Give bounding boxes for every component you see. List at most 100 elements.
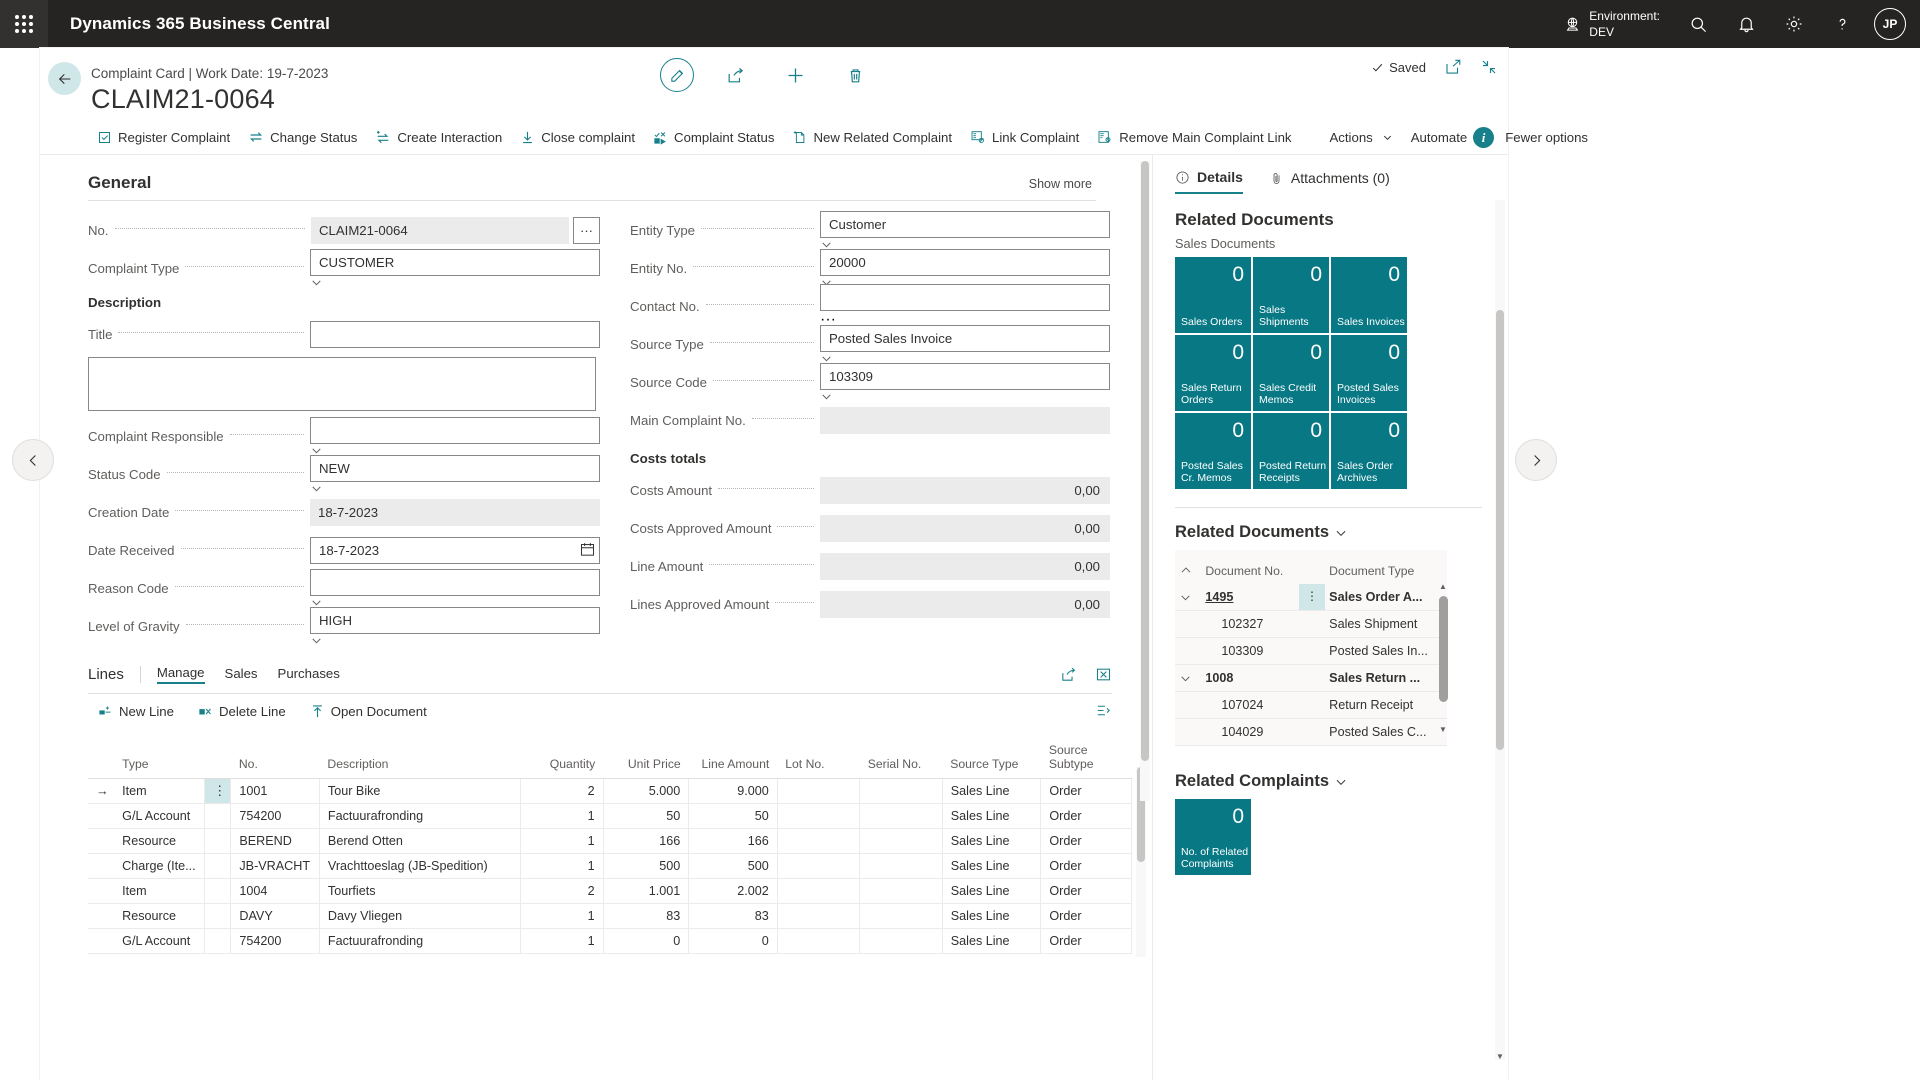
tile-posted-return-receipts[interactable]: 0 Posted Return Receipts [1253, 413, 1329, 489]
date-received-field[interactable]: 18-7-2023 [310, 537, 600, 564]
scrollbar-thumb[interactable] [1439, 596, 1448, 702]
ribbon-complaint-status[interactable]: Complaint Status [644, 126, 783, 149]
new-plus-icon[interactable] [776, 56, 814, 94]
col-quantity[interactable]: Quantity [520, 737, 604, 779]
lines-tab-sales[interactable]: Sales [225, 666, 258, 683]
cell-lot-no[interactable] [777, 903, 861, 929]
cell-type[interactable]: Item [114, 878, 206, 904]
col-source-subtype[interactable]: Source Subtype [1040, 737, 1132, 779]
row-menu-icon[interactable] [204, 853, 232, 879]
contact-no-field[interactable] [820, 284, 1110, 311]
cell-source-subtype[interactable]: Order [1040, 803, 1132, 829]
cell-source-subtype[interactable]: Order [1040, 828, 1132, 854]
table-row[interactable]: G/L Account 754200 Factuurafronding 1 50 50 Sa… [88, 803, 1132, 829]
source-code-field[interactable]: 103309 [820, 362, 1110, 390]
search-icon[interactable] [1674, 0, 1722, 48]
table-row[interactable]: Item 1004 Tourfiets 2 1.001 2.002 Sales Line Or… [88, 878, 1132, 904]
show-more-link[interactable]: Show more [1029, 177, 1092, 191]
rd-table-scrollbar[interactable]: ▲ ▼ [1438, 582, 1449, 734]
user-avatar[interactable]: JP [1874, 8, 1906, 40]
row-menu-icon[interactable] [1298, 610, 1326, 638]
row-menu-icon[interactable] [1298, 637, 1326, 665]
cell-line-amount[interactable]: 50 [688, 803, 778, 829]
list-item[interactable]: 102327 Sales Shipment [1175, 610, 1447, 638]
cell-quantity[interactable]: 1 [520, 928, 604, 954]
reason-code-field[interactable] [310, 568, 600, 596]
table-row[interactable]: Resource DAVY Davy Vliegen 1 83 83 Sales Line O… [88, 903, 1132, 929]
app-launcher-waffle-icon[interactable] [0, 0, 48, 48]
cell-source-type[interactable]: Sales Line [942, 778, 1042, 804]
cell-type[interactable]: G/L Account [114, 803, 206, 829]
list-item[interactable]: 1495 ⋮ Sales Order A... [1175, 584, 1447, 611]
cell-quantity[interactable]: 1 [520, 828, 604, 854]
cell-no[interactable]: 754200 [230, 928, 320, 954]
cell-description[interactable]: Davy Vliegen [319, 903, 522, 929]
col-collapse-all[interactable] [1175, 550, 1201, 584]
complaint-responsible-field[interactable] [310, 416, 600, 444]
expand-rows-icon[interactable] [1095, 702, 1112, 719]
tile-sales-invoices[interactable]: 0 Sales Invoices [1331, 257, 1407, 333]
tab-attachments[interactable]: Attachments (0) [1269, 170, 1390, 193]
cell-lot-no[interactable] [777, 828, 861, 854]
level-of-gravity-field[interactable]: HIGH [310, 606, 600, 634]
chevron-up-icon[interactable] [1179, 564, 1197, 578]
cell-description[interactable]: Tourfiets [319, 878, 522, 904]
tile-sales-return-orders[interactable]: 0 Sales Return Orders [1175, 335, 1251, 411]
scroll-up-arrow-icon[interactable]: ▲ [1439, 582, 1447, 591]
chevron-down-icon[interactable] [1334, 526, 1348, 540]
chevron-down-icon[interactable] [310, 276, 600, 289]
cell-unit-price[interactable]: 500 [603, 853, 690, 879]
cell-line-amount[interactable]: 9.000 [688, 778, 778, 804]
cell-source-subtype[interactable]: Order [1040, 878, 1132, 904]
table-row[interactable]: G/L Account 754200 Factuurafronding 1 0 0 Sale… [88, 928, 1132, 954]
cell-unit-price[interactable]: 5.000 [603, 778, 690, 804]
cell-description[interactable]: Factuurafronding [319, 928, 522, 954]
cell-line-amount[interactable]: 166 [688, 828, 778, 854]
scroll-down-arrow-icon[interactable]: ▼ [1496, 1052, 1504, 1061]
col-serial-no[interactable]: Serial No. [859, 737, 943, 779]
cell-lot-no[interactable] [777, 803, 861, 829]
cell-type[interactable]: Resource [114, 828, 206, 854]
cell-source-type[interactable]: Sales Line [942, 903, 1042, 929]
cell-no[interactable]: JB-VRACHT [230, 853, 320, 879]
row-menu-icon[interactable] [1298, 664, 1326, 692]
ribbon-actions-menu[interactable]: Actions [1321, 126, 1402, 149]
row-menu-icon[interactable]: ⋮ [204, 778, 232, 804]
cell-serial-no[interactable] [859, 853, 943, 879]
tile-sales-shipments[interactable]: 0 Sales Shipments [1253, 257, 1329, 333]
related-complaints-section-heading[interactable]: Related Complaints [1153, 746, 1508, 799]
cell-serial-no[interactable] [859, 778, 943, 804]
row-menu-icon[interactable] [204, 928, 232, 954]
cell-quantity[interactable]: 1 [520, 903, 604, 929]
open-in-excel-icon[interactable] [1095, 666, 1112, 683]
row-menu-icon[interactable] [204, 903, 232, 929]
cell-unit-price[interactable]: 83 [603, 903, 690, 929]
ribbon-create-interaction[interactable]: Create Interaction [366, 125, 511, 149]
ribbon-fewer-options[interactable]: Fewer options [1496, 126, 1597, 149]
cell-source-type[interactable]: Sales Line [942, 803, 1042, 829]
cell-description[interactable]: Factuurafronding [319, 803, 522, 829]
share-icon[interactable] [1060, 666, 1077, 683]
cell-document-type[interactable]: Posted Sales C... [1325, 718, 1447, 746]
cell-unit-price[interactable]: 50 [603, 803, 690, 829]
col-source-type[interactable]: Source Type [942, 737, 1041, 779]
col-unit-price[interactable]: Unit Price [603, 737, 689, 779]
col-no[interactable]: No. [230, 737, 320, 779]
back-button[interactable] [48, 62, 81, 95]
list-item[interactable]: 1008 Sales Return ... [1175, 664, 1447, 692]
no-field[interactable]: CLAIM21-0064 [311, 217, 569, 244]
cell-source-type[interactable]: Sales Line [942, 928, 1042, 954]
next-record-button[interactable] [1515, 439, 1557, 481]
settings-gear-icon[interactable] [1770, 0, 1818, 48]
table-row[interactable]: Resource BEREND Berend Otten 1 166 166 Sales L… [88, 828, 1132, 854]
expand-chevron-icon[interactable] [1175, 664, 1202, 692]
cell-document-type[interactable]: Sales Shipment [1325, 610, 1447, 638]
chevron-down-icon[interactable] [1334, 775, 1348, 789]
tile-posted-sales-invoices[interactable]: 0 Posted Sales Invoices [1331, 335, 1407, 411]
tile-sales-credit-memos[interactable]: 0 Sales Credit Memos [1253, 335, 1329, 411]
calendar-icon[interactable] [579, 541, 596, 558]
row-menu-icon[interactable] [204, 878, 232, 904]
cell-quantity[interactable]: 1 [520, 803, 604, 829]
cell-document-type[interactable]: Return Receipt [1325, 691, 1447, 719]
cell-document-no[interactable]: 107024 [1201, 691, 1299, 719]
